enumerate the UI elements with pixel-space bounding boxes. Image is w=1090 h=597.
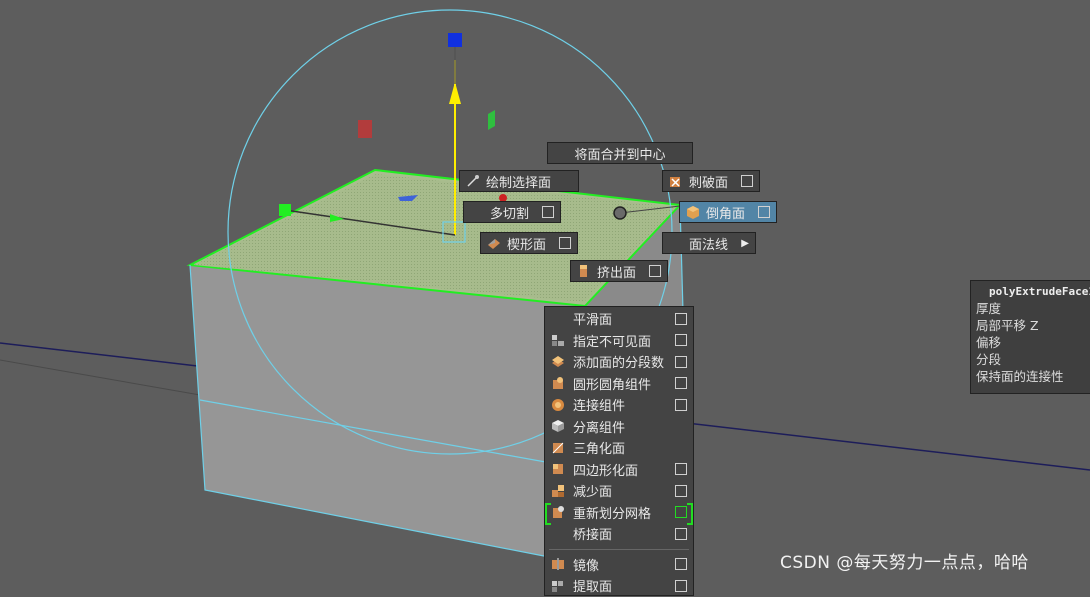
option-box[interactable] [675, 484, 687, 497]
mirror-icon [551, 557, 565, 571]
extrude-face-option-box[interactable] [649, 265, 661, 277]
option-box[interactable] [675, 334, 687, 347]
wedge-face-label: 楔形面 [507, 237, 547, 253]
attr-local-translate-z[interactable]: 局部平移 Z [971, 317, 1090, 334]
chamfer-face-label: 倒角面 [706, 206, 746, 222]
menu-item-label: 减少面 [573, 485, 613, 501]
plane-handle-green[interactable] [488, 110, 495, 130]
extrude-face-item[interactable]: 挤出面 [570, 260, 668, 282]
face-normals-label: 面法线 [689, 237, 729, 253]
menu-item-reduce[interactable]: 减少面 [545, 480, 693, 502]
merge-to-center-item[interactable]: 将面合并到中心 [547, 142, 693, 164]
grid-line-2 [0, 359, 201, 396]
circularize-icon [551, 376, 565, 390]
menu-item-bridge[interactable]: 桥接面 [545, 523, 693, 545]
blank-icon [551, 527, 565, 541]
option-box[interactable] [675, 463, 687, 476]
option-box[interactable] [675, 398, 687, 411]
multi-cut-option-box[interactable] [542, 206, 554, 218]
paint-brush-icon [466, 174, 480, 188]
extrude-face-label: 挤出面 [597, 265, 637, 281]
menu-item-label: 平滑面 [573, 313, 613, 329]
watermark: CSDN @每天努力一点点，哈哈 [780, 553, 1029, 573]
merge-to-center-label: 将面合并到中心 [574, 147, 666, 163]
menu-item-label: 镜像 [573, 558, 600, 574]
poke-face-item[interactable]: 刺破面 [662, 170, 760, 192]
option-box[interactable] [675, 527, 687, 540]
menu-item-label: 四边形化面 [573, 463, 639, 479]
face-normals-item[interactable]: 面法线 ▶ [662, 232, 756, 254]
option-box[interactable] [675, 506, 687, 519]
poke-face-label: 刺破面 [689, 175, 729, 191]
menu-item-label: 指定不可见面 [573, 334, 652, 350]
menu-item-label: 圆形圆角组件 [573, 377, 652, 393]
menu-item-detach[interactable]: 分离组件 [545, 416, 693, 438]
chamfer-face-icon [686, 205, 700, 219]
option-box[interactable] [675, 579, 687, 592]
attr-thickness[interactable]: 厚度 [971, 300, 1090, 317]
plane-handle-red[interactable] [358, 120, 372, 138]
menu-item-smooth-face[interactable]: 平滑面 [545, 308, 693, 330]
menu-item-remesh[interactable]: 重新划分网格 [545, 502, 693, 524]
multi-cut-item[interactable]: 多切割 [463, 201, 561, 223]
chamfer-face-option-box[interactable] [758, 206, 770, 218]
wedge-face-icon [487, 236, 501, 250]
connect-icon [551, 398, 565, 412]
z-axis-handle[interactable] [448, 33, 462, 47]
remesh-icon [551, 505, 565, 519]
detach-icon [551, 419, 565, 433]
menu-item-label: 三角化面 [573, 442, 626, 458]
invisible-faces-icon [551, 333, 565, 347]
option-box[interactable] [675, 355, 687, 368]
menu-item-extract[interactable]: 提取面 [545, 575, 693, 597]
menu-item-quadrangulate[interactable]: 四边形化面 [545, 459, 693, 481]
option-box[interactable] [675, 312, 687, 325]
in-view-attribute-panel: polyExtrudeFace1 厚度 局部平移 Z 偏移 分段 保持面的连接性 [970, 280, 1090, 394]
face-context-menu: 平滑面 指定不可见面 添加面的分段数 圆形圆角组件 连接组件 分离组件 三角化面… [544, 306, 694, 596]
multi-cut-label: 多切割 [490, 206, 530, 222]
extract-icon [551, 579, 565, 593]
pivot-handle[interactable] [613, 206, 627, 220]
x-axis-handle[interactable] [279, 204, 291, 216]
wedge-face-option-box[interactable] [559, 237, 571, 249]
option-box[interactable] [675, 558, 687, 571]
add-divisions-icon [551, 355, 565, 369]
menu-item-triangulate[interactable]: 三角化面 [545, 437, 693, 459]
menu-item-mirror[interactable]: 镜像 [545, 554, 693, 576]
cube-front-face[interactable] [190, 265, 590, 565]
menu-item-invisible-faces[interactable]: 指定不可见面 [545, 330, 693, 352]
poke-face-option-box[interactable] [741, 175, 753, 187]
menu-item-add-divisions[interactable]: 添加面的分段数 [545, 351, 693, 373]
wedge-face-item[interactable]: 楔形面 [480, 232, 578, 254]
submenu-arrow-icon: ▶ [741, 237, 749, 249]
poke-face-icon [669, 174, 683, 188]
reduce-icon [551, 484, 565, 498]
menu-item-label: 提取面 [573, 580, 613, 596]
option-box[interactable] [675, 377, 687, 390]
attr-divisions[interactable]: 分段 [971, 351, 1090, 368]
y-axis-arrow[interactable] [449, 82, 461, 104]
menu-item-label: 重新划分网格 [573, 506, 652, 522]
menu-item-label: 桥接面 [573, 528, 613, 544]
chamfer-face-item[interactable]: 倒角面 [679, 201, 777, 223]
menu-separator [549, 548, 689, 550]
menu-item-connect[interactable]: 连接组件 [545, 394, 693, 416]
extrude-face-icon [577, 264, 591, 278]
quadrangulate-icon [551, 462, 565, 476]
attr-panel-title: polyExtrudeFace1 [989, 285, 1090, 298]
attr-offset[interactable]: 偏移 [971, 334, 1090, 351]
paint-select-face-item[interactable]: 绘制选择面 [459, 170, 579, 192]
blank-icon [551, 312, 565, 326]
attr-keep-faces-together[interactable]: 保持面的连接性 [971, 368, 1090, 385]
paint-select-face-label: 绘制选择面 [486, 175, 552, 191]
menu-item-label: 连接组件 [573, 399, 626, 415]
menu-item-label: 分离组件 [573, 420, 626, 436]
menu-item-circularize[interactable]: 圆形圆角组件 [545, 373, 693, 395]
menu-item-label: 添加面的分段数 [573, 356, 665, 372]
triangulate-icon [551, 441, 565, 455]
